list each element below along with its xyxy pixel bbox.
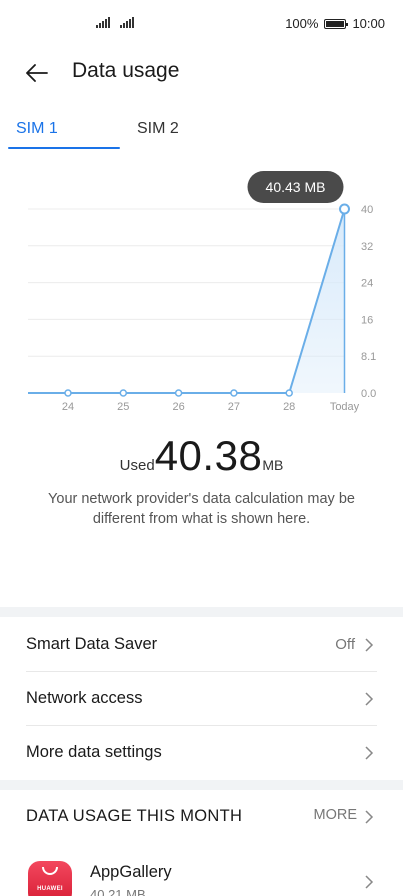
setting-label: Network access [26,689,143,707]
month-usage-header: DATA USAGE THIS MONTH MORE [0,790,403,840]
smart-data-saver-row[interactable]: Smart Data Saver Off [26,618,377,672]
y-tick-label: 24 [361,278,373,290]
app-icon-brand: HUAWEI [37,886,63,892]
setting-label: Smart Data Saver [26,635,158,653]
y-tick-label: 8.1 [361,351,376,363]
section-title: DATA USAGE THIS MONTH [26,807,243,825]
x-tick-label: 25 [117,401,129,413]
data-point [64,389,72,397]
y-tick-label: 32 [361,241,373,253]
battery-percent: 100% [285,16,319,31]
disclaimer-text: Your network provider's data calculation… [48,491,355,527]
usage-summary: Used40.38MB [0,432,403,480]
arrow-left-icon [26,64,48,82]
y-tick-label: 0.0 [361,388,376,400]
section-divider [0,607,403,617]
more-button[interactable]: MORE [314,807,358,823]
chevron-right-icon [365,746,374,760]
setting-label: More data settings [26,743,162,761]
tab-sim1[interactable]: SIM 1 [16,120,58,138]
signal-sim1-icon [96,17,110,28]
y-tick-label: 40 [361,204,373,216]
usage-chart-svg: 40 32 24 16 8.1 0.0 24 25 26 27 28 Today 40.43 MB [28,171,376,413]
appgallery-icon: HUAWEI [28,861,72,896]
x-tick-label: Today [330,401,360,413]
chevron-right-icon [365,875,374,889]
sim-tabs: SIM 1 SIM 2 [0,114,403,150]
tab-sim2[interactable]: SIM 2 [137,120,179,138]
app-usage-row[interactable]: HUAWEI AppGallery 40.21 MB [0,855,403,896]
used-unit: MB [262,457,284,473]
chevron-right-icon [365,810,374,824]
x-tick-label: 24 [62,401,74,413]
network-access-row[interactable]: Network access [26,672,377,726]
chevron-right-icon [365,638,374,652]
chevron-right-icon [365,692,374,706]
signal-sim2-icon [120,17,134,28]
data-point [174,389,183,397]
tooltip-text: 40.43 MB [266,179,326,195]
back-button[interactable] [22,58,52,88]
tab-indicator [8,147,120,149]
used-label: Used [119,457,155,474]
status-bar: 100% 10:00 [0,0,403,48]
battery-icon [324,18,349,29]
app-name: AppGallery [90,863,172,881]
x-tick-label: 28 [283,401,295,413]
title-bar: Data usage [0,48,403,98]
more-data-settings-row[interactable]: More data settings [26,726,377,780]
data-point [285,389,293,397]
y-tick-label: 16 [361,314,373,326]
x-tick-label: 26 [172,401,184,413]
clock: 10:00 [352,16,385,31]
settings-list: Smart Data Saver Off Network access More… [0,618,403,780]
data-usage-chart: 40 32 24 16 8.1 0.0 24 25 26 27 28 Today 40.43 MB [0,165,403,420]
setting-value: Off [335,636,355,653]
data-point [230,389,238,397]
app-usage: 40.21 MB [90,887,146,896]
data-point [119,389,128,397]
x-tick-label: 27 [228,401,240,413]
page-title: Data usage [72,59,180,82]
section-divider [0,780,403,790]
data-point [339,203,350,215]
used-value: 40.38 [154,432,263,479]
